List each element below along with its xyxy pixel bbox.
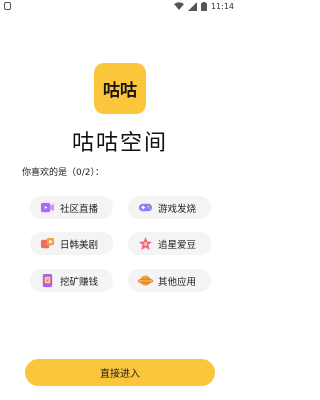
- enter-directly-button[interactable]: 直接进入: [25, 359, 215, 386]
- option-tv-drama[interactable]: 日韩美剧: [30, 232, 113, 255]
- planet-icon: [138, 275, 153, 286]
- status-time: 11:14: [210, 2, 234, 11]
- option-label: 追星爱豆: [158, 239, 197, 251]
- option-mining[interactable]: ¥ 挖矿赚钱: [30, 269, 113, 292]
- app-name: 咕咕空间: [71, 131, 168, 156]
- option-other-apps[interactable]: 其他应用: [128, 269, 211, 292]
- battery-icon: [200, 2, 207, 11]
- status-icons: 11:14: [173, 1, 234, 12]
- wifi-icon: [173, 2, 184, 10]
- option-label: 日韩美剧: [60, 239, 99, 251]
- option-label: 挖矿赚钱: [60, 276, 99, 288]
- signal-icon: [187, 2, 197, 11]
- option-community-live[interactable]: 社区直播: [30, 196, 113, 219]
- star-icon: [138, 236, 153, 251]
- option-label: 游戏发烧: [158, 203, 197, 215]
- gamepad-icon: [138, 203, 153, 212]
- app-logo: 咕咕: [94, 63, 146, 114]
- option-label: 其他应用: [158, 276, 197, 288]
- option-label: 社区直播: [60, 203, 99, 215]
- option-idol[interactable]: 追星爱豆: [128, 232, 211, 255]
- wallet-icon: ¥: [42, 273, 53, 288]
- film-icon: [40, 237, 55, 249]
- svg-text:¥: ¥: [46, 278, 49, 284]
- video-camera-icon: [40, 202, 55, 213]
- option-gaming[interactable]: 游戏发烧: [128, 196, 211, 219]
- interest-question: 你喜欢的是（0/2）：: [22, 168, 104, 178]
- status-bar: 11:14: [0, 0, 240, 14]
- notification-icon: [4, 2, 11, 10]
- app-logo-text: 咕咕: [103, 81, 137, 101]
